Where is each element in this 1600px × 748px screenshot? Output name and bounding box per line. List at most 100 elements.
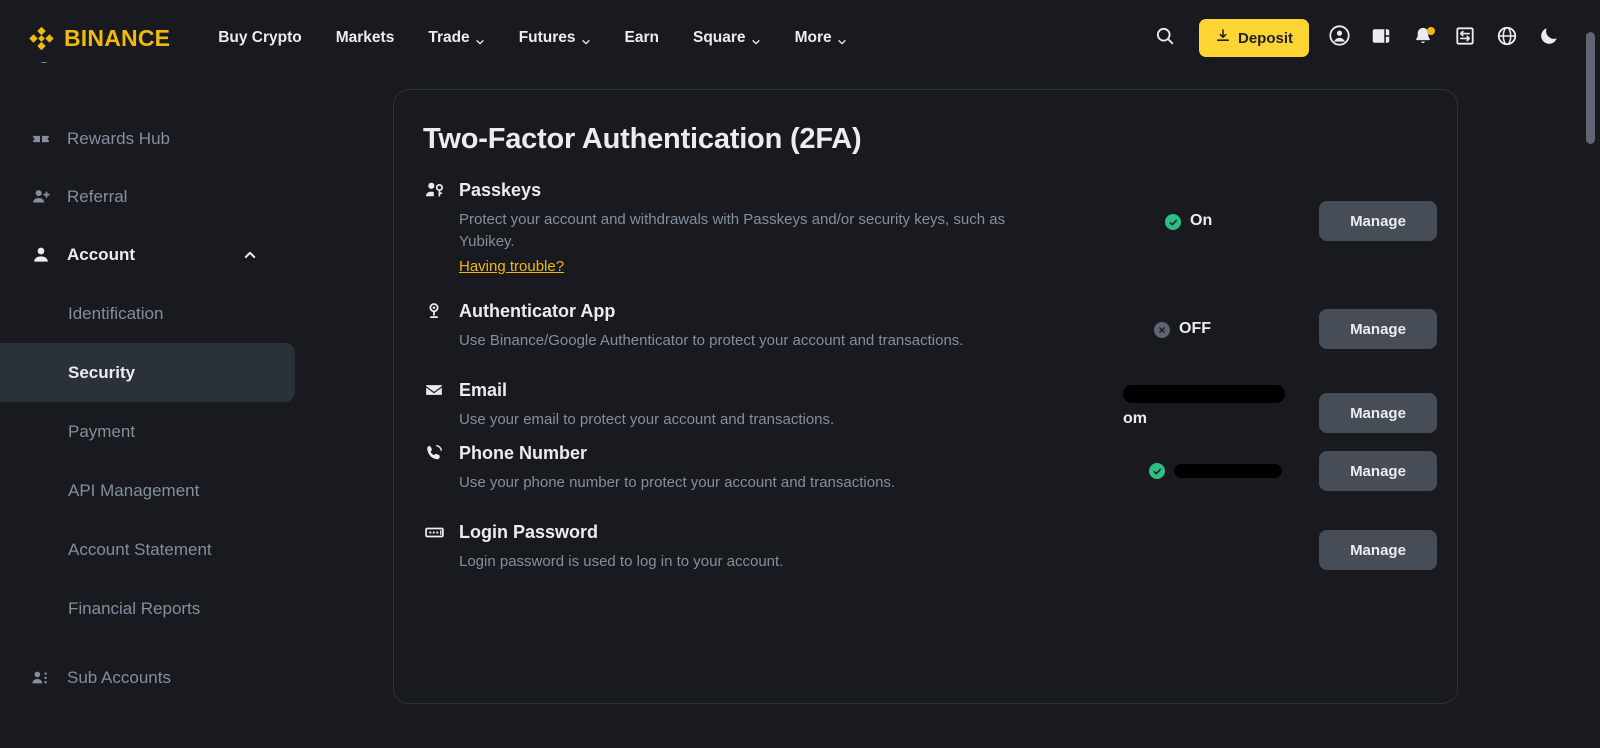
download-icon [1215,28,1231,48]
security-row-phone-number: Phone Number Use your phone number to pr… [394,442,1457,494]
binance-logo[interactable]: BINANCE [28,25,170,52]
sidebar-item-payment[interactable]: Payment [0,402,295,461]
check-circle-icon [1165,214,1181,230]
page-scrollbar-thumb[interactable] [1586,32,1595,144]
manage-button-passkeys[interactable]: Manage [1319,201,1437,241]
manage-button-email[interactable]: Manage [1319,393,1437,433]
binance-diamond-logo-icon [28,25,55,52]
row-title: Phone Number [459,442,588,463]
manage-button-authenticator-app[interactable]: Manage [1319,309,1437,349]
person-add-icon [30,186,52,208]
sidebar-item-account[interactable]: Account [0,226,295,284]
person-icon [30,244,52,266]
row-title: Login Password [459,521,599,542]
sidebar-item-financial-reports[interactable]: Financial Reports [0,579,295,638]
page-title: Two-Factor Authentication (2FA) [423,123,862,155]
row-description: Protect your account and withdrawals wit… [459,211,1006,250]
row-header: Authenticator App [423,300,1123,322]
sidebar-item-rewards-hub[interactable]: Rewards Hub [0,110,295,168]
redaction-bar [1123,384,1285,403]
security-row-passkeys: Passkeys Protect your account and withdr… [394,179,1457,276]
row-title: Authenticator App [459,300,616,321]
row-description: Login password is used to log in to your… [459,553,784,570]
sidebar-clipped-item-above [30,62,70,76]
primary-nav: Buy Crypto Markets Trade Futures Earn Sq… [201,29,863,47]
status-badge-authenticator-app: OFF [1123,320,1319,338]
wallet-button[interactable] [1360,17,1402,59]
nav-link-more[interactable]: More [778,29,864,47]
having-trouble-link[interactable]: Having trouble? [459,258,564,275]
deposit-button[interactable]: Deposit [1198,19,1309,57]
nav-link-label: Markets [335,29,395,46]
orders-button[interactable] [1444,17,1486,59]
notification-badge-dot [1427,27,1435,35]
dark-mode-toggle[interactable] [1528,17,1570,59]
row-actions: OFF Manage [1123,309,1437,349]
row-content: Email Use your email to protect your acc… [423,379,1123,431]
nav-actions: Deposit [1144,17,1570,59]
sidebar-item-label: Rewards Hub [67,129,170,148]
password-field-icon [423,521,445,543]
wallet-icon [1370,25,1392,52]
sidebar-item-label: Account [67,245,135,264]
nav-link-earn[interactable]: Earn [608,29,676,47]
sidebar-item-api-management[interactable]: API Management [0,461,295,520]
sidebar-item-label: Security [68,362,136,382]
sidebar-item-security[interactable]: Security [0,343,295,402]
security-row-authenticator-app: Authenticator App Use Binance/Google Aut… [394,300,1457,352]
security-row-email: Email Use your email to protect your acc… [394,379,1457,433]
row-content: Passkeys Protect your account and withdr… [423,179,1123,276]
chevron-down-icon [751,34,761,45]
manage-button-phone-number[interactable]: Manage [1319,451,1437,491]
chevron-up-icon [243,248,257,262]
envelope-icon [423,379,445,401]
sidebar-item-label: API Management [68,480,200,500]
notifications-button[interactable] [1402,17,1444,59]
sidebar-item-label: Referral [67,187,128,206]
row-title: Email [459,379,508,400]
security-options-list: Passkeys Protect your account and withdr… [394,179,1457,573]
nav-link-trade[interactable]: Trade [411,29,501,47]
row-actions: Manage [1123,530,1437,570]
sidebar-item-label: Financial Reports [68,598,201,618]
manage-button-login-password[interactable]: Manage [1319,530,1437,570]
nav-link-markets[interactable]: Markets [319,29,412,47]
people-list-icon [30,667,52,689]
language-globe-icon [1496,25,1518,52]
sidebar-item-account-statement[interactable]: Account Statement [0,520,295,579]
phone-icon [423,442,445,464]
sidebar-item-label: Payment [68,421,136,441]
row-description: Use your email to protect your account a… [459,411,835,428]
sidebar-item-label: Sub Accounts [67,668,171,687]
chevron-down-icon [581,34,591,45]
nav-link-label: Futures [518,29,576,46]
status-text: On [1190,212,1213,229]
nav-link-buy-crypto[interactable]: Buy Crypto [201,29,319,47]
nav-link-label: Trade [428,29,470,46]
dark-mode-moon-icon [1538,25,1560,52]
nav-link-futures[interactable]: Futures [502,29,608,47]
x-circle-icon [1154,322,1170,338]
authenticator-icon [423,300,445,322]
check-circle-icon [1149,463,1165,479]
row-header: Login Password [423,521,1123,543]
chevron-down-icon [475,34,485,45]
nav-link-label: Earn [624,29,659,46]
sidebar-item-sub-accounts[interactable]: Sub Accounts [0,649,295,707]
search-button[interactable] [1144,17,1186,59]
row-header: Phone Number [423,442,1123,464]
page-scrollbar-track[interactable] [1586,0,1598,748]
sidebar-item-referral[interactable]: Referral [0,168,295,226]
nav-link-label: Square [693,29,746,46]
row-content: Authenticator App Use Binance/Google Aut… [423,300,1123,352]
sidebar-item-identification[interactable]: Identification [0,284,295,343]
row-header: Passkeys [423,179,1123,201]
nav-link-label: More [794,29,832,46]
orders-icon [1454,25,1476,52]
profile-button[interactable] [1318,17,1360,59]
language-button[interactable] [1486,17,1528,59]
two-factor-authentication-card: Two-Factor Authentication (2FA) Passkeys [393,89,1458,704]
email-value-redacted: om [1123,384,1319,429]
nav-link-square[interactable]: Square [676,29,778,47]
status-text: OFF [1179,320,1211,337]
